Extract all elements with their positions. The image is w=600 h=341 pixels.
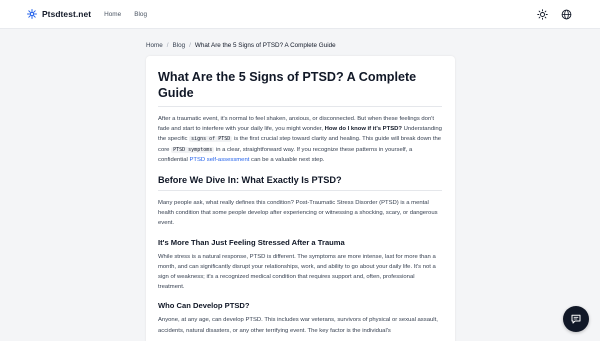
inline-code: PTSD symptoms xyxy=(171,146,215,153)
breadcrumb-blog-link[interactable]: Blog xyxy=(173,42,186,49)
section-paragraph: Many people ask, what really defines thi… xyxy=(158,200,438,227)
main-nav: Home Blog xyxy=(104,11,160,18)
top-navbar: Ptsdtest.net Home Blog xyxy=(0,0,600,29)
breadcrumb-separator: / xyxy=(166,42,169,49)
nav-home-link[interactable]: Home xyxy=(104,11,121,18)
intro-text: can be a valuable next step. xyxy=(249,156,325,163)
article-card: What Are the 5 Signs of PTSD? A Complete… xyxy=(146,56,455,341)
intro-bold: How do I know if it's PTSD? xyxy=(324,126,402,133)
chat-button[interactable] xyxy=(563,306,589,332)
self-assessment-link[interactable]: PTSD self-assessment xyxy=(189,157,249,163)
breadcrumb-separator: / xyxy=(189,42,191,49)
intro-paragraph: After a traumatic event, it's normal to … xyxy=(158,114,442,165)
chat-icon xyxy=(571,314,581,324)
nav-blog-link[interactable]: Blog xyxy=(134,11,147,18)
section-heading: Before We Dive In: What Exactly Is PTSD? xyxy=(158,175,442,192)
globe-icon[interactable] xyxy=(561,9,572,20)
brand[interactable]: Ptsdtest.net xyxy=(27,9,91,19)
subsection-heading: Who Can Develop PTSD? xyxy=(158,301,250,311)
article-title: What Are the 5 Signs of PTSD? A Complete… xyxy=(158,69,442,107)
brand-name: Ptsdtest.net xyxy=(42,9,92,19)
breadcrumb: Home / Blog / What Are the 5 Signs of PTSD? … xyxy=(146,42,336,49)
section-paragraph: While stress is a natural response, PTSD… xyxy=(158,253,436,291)
breadcrumb-home-link[interactable]: Home xyxy=(146,42,163,49)
logo-icon xyxy=(27,9,37,19)
subsection-heading: It's More Than Just Feeling Stressed Aft… xyxy=(158,237,345,247)
breadcrumb-current: What Are the 5 Signs of PTSD? A Complete… xyxy=(194,42,336,49)
section-paragraph: Anyone, at any age, can develop PTSD. Th… xyxy=(158,317,438,334)
sun-icon[interactable] xyxy=(537,9,548,20)
inline-code: signs of PTSD xyxy=(189,136,233,143)
header-actions xyxy=(524,9,572,20)
